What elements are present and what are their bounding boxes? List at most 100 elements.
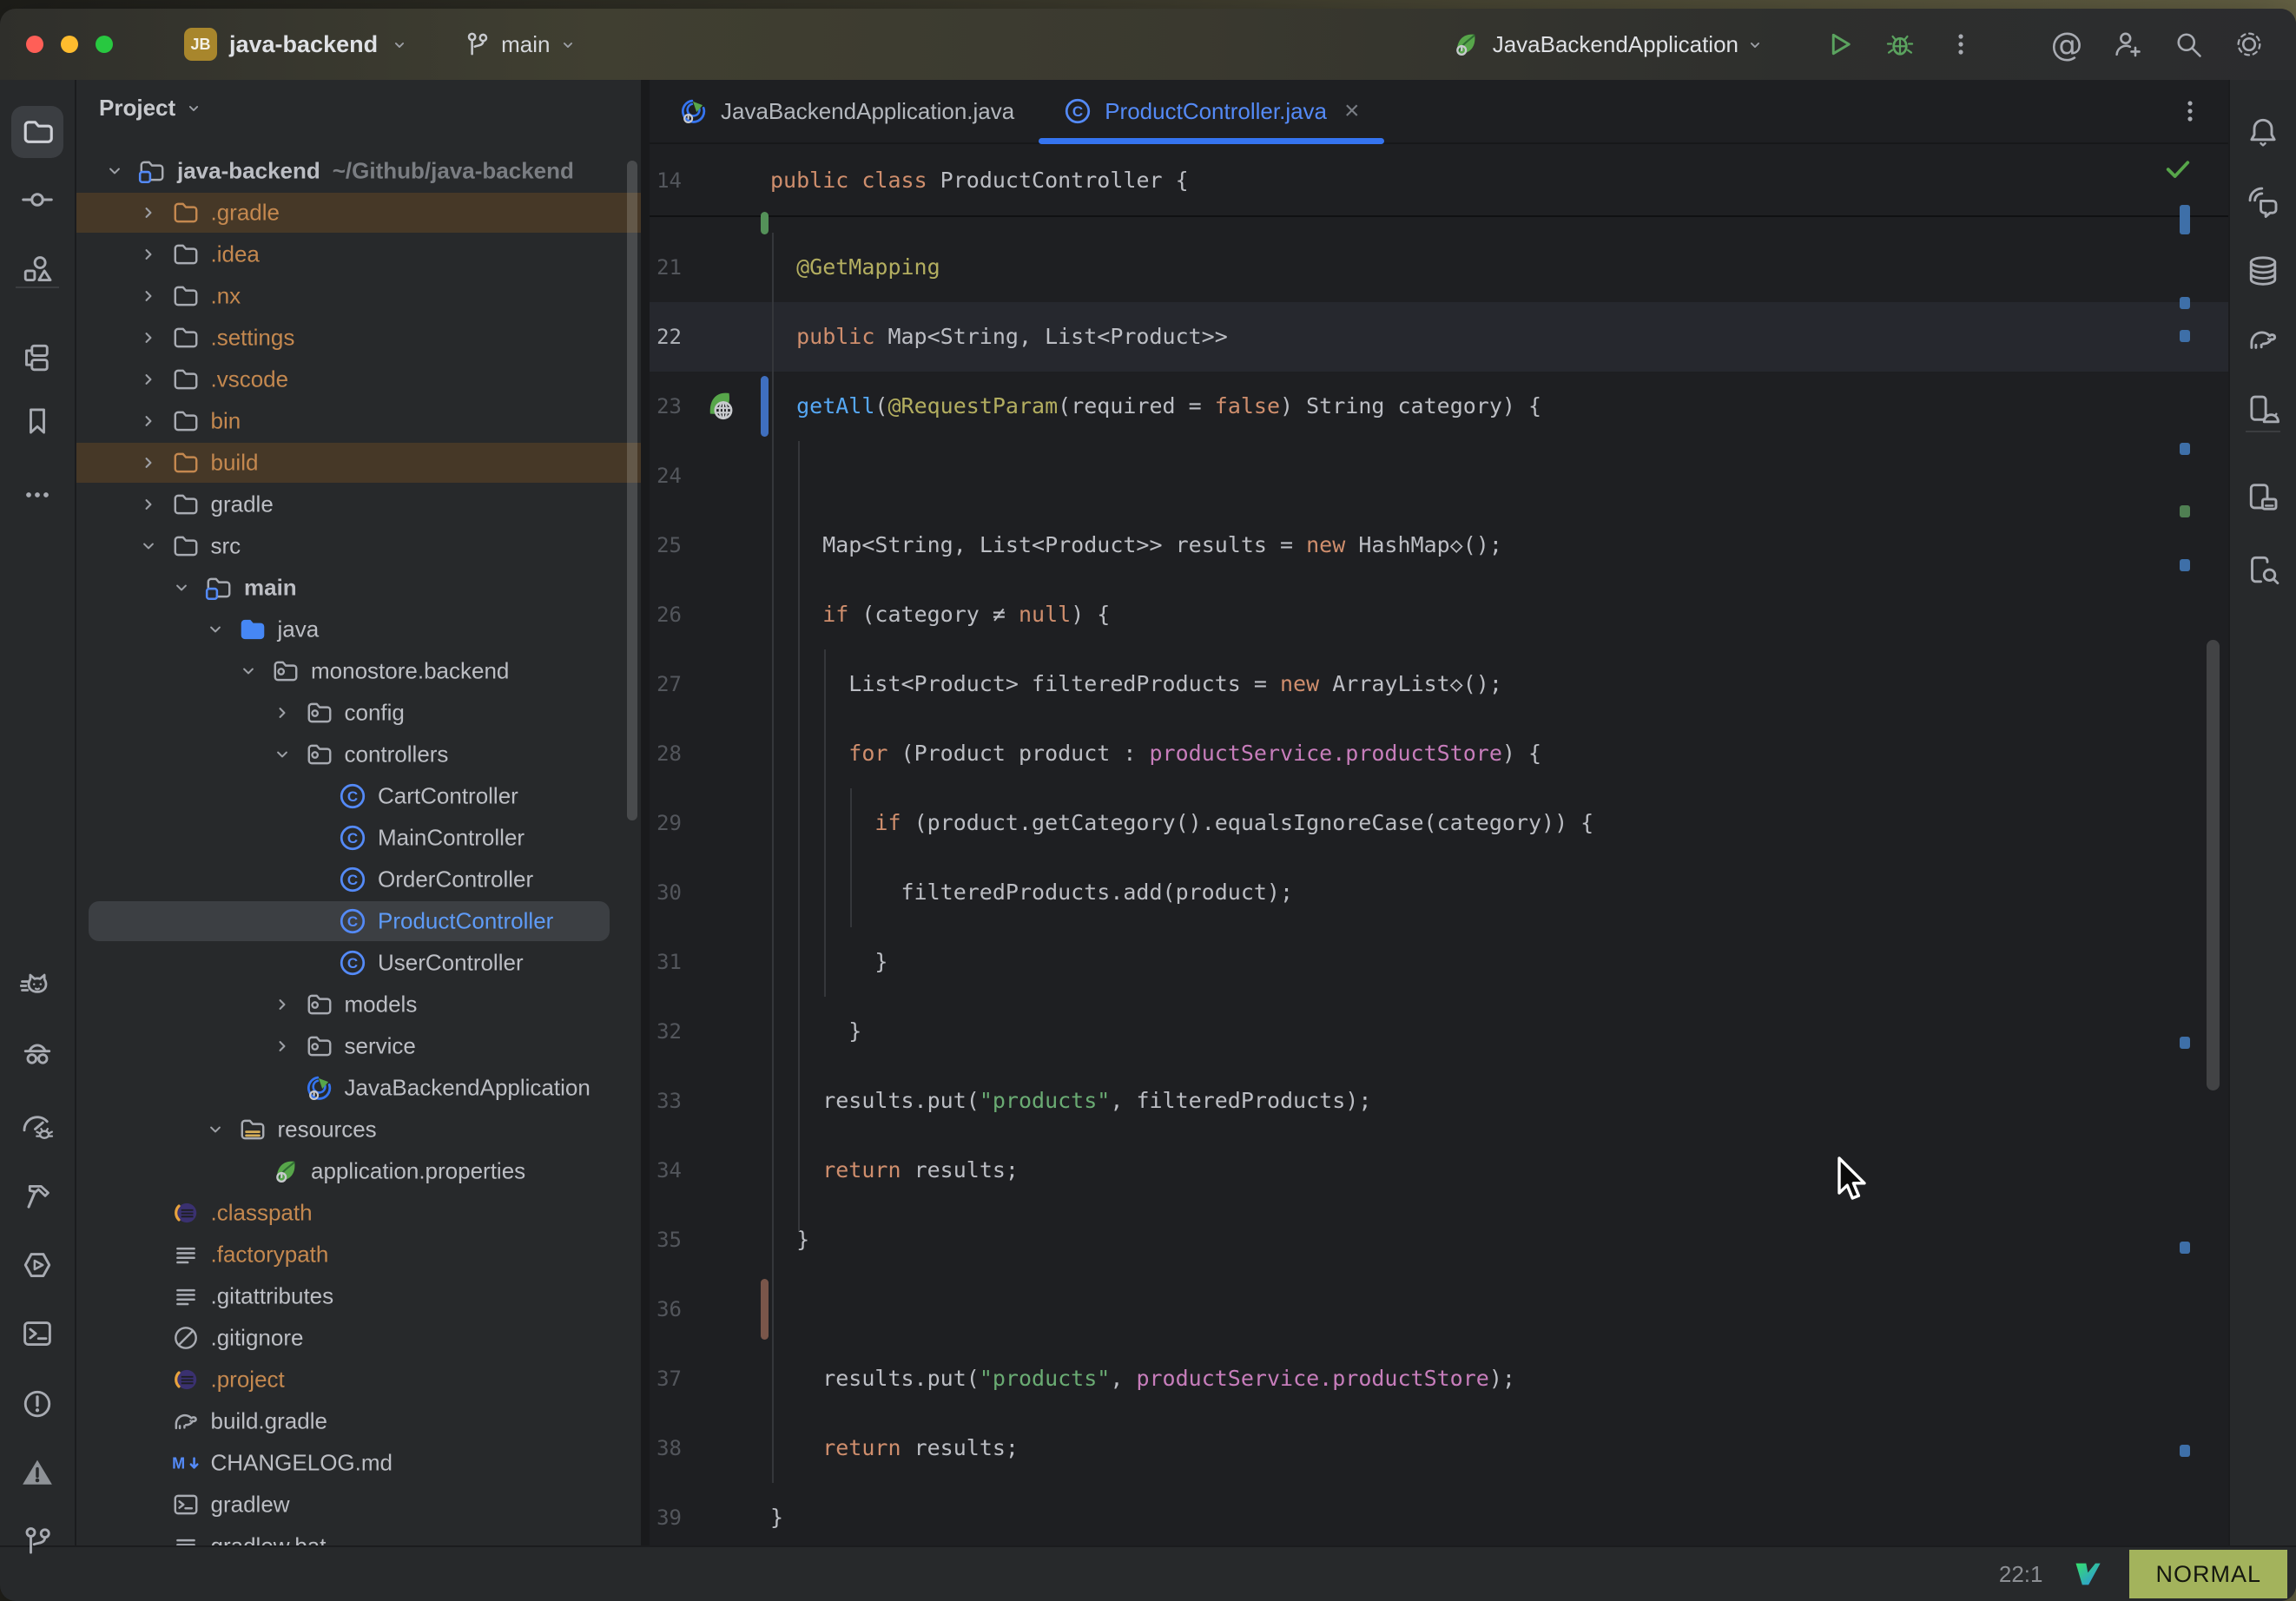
run-button[interactable] bbox=[1815, 20, 1864, 69]
chevron-down-icon[interactable] bbox=[204, 618, 227, 641]
tree-item-resources[interactable]: resources bbox=[76, 1109, 641, 1150]
tree-item-cartcontroller[interactable]: C CartController bbox=[76, 775, 641, 817]
incognito-button[interactable] bbox=[11, 1029, 63, 1081]
tree-item-controllers[interactable]: controllers bbox=[76, 734, 641, 775]
tree-item-bin[interactable]: bin bbox=[76, 400, 641, 442]
code-line-21[interactable]: 21 @GetMapping bbox=[650, 233, 2228, 302]
chevron-right-icon[interactable] bbox=[137, 243, 160, 266]
minimize-window-button[interactable] bbox=[61, 36, 78, 53]
tree-item--settings[interactable]: .settings bbox=[76, 317, 641, 359]
vim-plugin-icon[interactable] bbox=[2072, 1558, 2103, 1590]
tree-item-productcontroller[interactable]: C ProductController bbox=[76, 900, 641, 942]
code-line-14[interactable]: 14 public class ProductController { bbox=[650, 146, 2228, 215]
error-stripe-mark[interactable] bbox=[2180, 559, 2190, 571]
tree-item-monostore-backend[interactable]: monostore.backend bbox=[76, 650, 641, 692]
code-line-28[interactable]: 28 for (Product product : productService… bbox=[650, 719, 2228, 788]
chevron-right-icon[interactable] bbox=[137, 493, 160, 516]
chevron-down-icon[interactable] bbox=[271, 743, 294, 766]
tree-item-build[interactable]: build bbox=[76, 442, 641, 484]
search-everywhere-button[interactable] bbox=[2164, 20, 2213, 69]
tree-item--gradle[interactable]: .gradle bbox=[76, 192, 641, 234]
tree-item--factorypath[interactable]: .factorypath bbox=[76, 1234, 641, 1275]
warning-button[interactable] bbox=[11, 1446, 63, 1499]
code-line-23[interactable]: 23 getAll(@RequestParam(required = false… bbox=[650, 372, 2228, 441]
tree-item-service[interactable]: service bbox=[76, 1025, 641, 1067]
gradle-button[interactable] bbox=[2237, 313, 2289, 366]
code-line-24[interactable]: 24 bbox=[650, 441, 2228, 511]
chevron-right-icon[interactable] bbox=[271, 702, 294, 724]
chevron-right-icon[interactable] bbox=[137, 326, 160, 349]
code-line-22[interactable]: 22 public Map<String, List<Product>> bbox=[650, 302, 2228, 372]
tree-item-changelog-md[interactable]: M CHANGELOG.md bbox=[76, 1442, 641, 1484]
code-line-25[interactable]: 25 Map<String, List<Product>> results = … bbox=[650, 511, 2228, 580]
editor-scrollbar[interactable] bbox=[2207, 640, 2220, 1090]
code-line-33[interactable]: 33 results.put("products", filteredProdu… bbox=[650, 1066, 2228, 1136]
structure-boxes-button[interactable] bbox=[11, 332, 63, 384]
chevron-right-icon[interactable] bbox=[137, 451, 160, 474]
code-line-32[interactable]: 32 } bbox=[650, 997, 2228, 1066]
tree-item-main[interactable]: main bbox=[76, 567, 641, 609]
notifications-bell-button[interactable] bbox=[2237, 106, 2289, 158]
error-stripe-mark[interactable] bbox=[2180, 205, 2190, 234]
debug-button[interactable] bbox=[1876, 20, 1924, 69]
code-line-26[interactable]: 26 if (category ≠ null) { bbox=[650, 580, 2228, 649]
code-line-31[interactable]: 31 } bbox=[650, 927, 2228, 997]
chevron-down-icon[interactable] bbox=[137, 535, 160, 557]
chevron-down-icon[interactable] bbox=[170, 576, 193, 599]
tree-item--classpath[interactable]: .classpath bbox=[76, 1192, 641, 1234]
tree-item--gitattributes[interactable]: .gitattributes bbox=[76, 1275, 641, 1317]
error-stripe-mark[interactable] bbox=[2180, 443, 2190, 455]
tree-item-maincontroller[interactable]: C MainController bbox=[76, 817, 641, 859]
vcs-branch-widget[interactable]: main bbox=[463, 30, 576, 59]
code-line-36[interactable]: 36 bbox=[650, 1275, 2228, 1344]
editor-tab-0[interactable]: JavaBackendApplication.java bbox=[655, 80, 1039, 142]
device-mirror-button[interactable] bbox=[2237, 471, 2289, 524]
tree-item-ordercontroller[interactable]: C OrderController bbox=[76, 859, 641, 900]
editor-tab-1[interactable]: C ProductController.java × bbox=[1039, 80, 1383, 142]
spring-endpoint-icon[interactable] bbox=[702, 388, 738, 425]
tree-item--gitignore[interactable]: .gitignore bbox=[76, 1317, 641, 1359]
ai-assistant-button[interactable]: @ bbox=[2042, 20, 2091, 69]
run-configuration-widget[interactable]: JavaBackendApplication bbox=[1451, 30, 1763, 59]
chevron-right-icon[interactable] bbox=[137, 368, 160, 391]
tab-options-button[interactable] bbox=[2174, 96, 2206, 127]
tree-item-javabackendapplication[interactable]: JavaBackendApplication bbox=[76, 1067, 641, 1109]
gutter-change-marker[interactable] bbox=[761, 1279, 769, 1340]
chevron-down-icon[interactable] bbox=[204, 1118, 227, 1141]
code-line-29[interactable]: 29 if (product.getCategory().equalsIgnor… bbox=[650, 788, 2228, 858]
tree-item-gradlew-bat[interactable]: gradlew.bat bbox=[76, 1525, 641, 1545]
close-window-button[interactable] bbox=[26, 36, 43, 53]
tree-item--vscode[interactable]: .vscode bbox=[76, 359, 641, 400]
error-stripe-mark[interactable] bbox=[2180, 330, 2190, 342]
ai-chat-button[interactable] bbox=[2237, 175, 2289, 227]
chevron-right-icon[interactable] bbox=[137, 285, 160, 307]
more-tools-button[interactable] bbox=[11, 469, 63, 521]
code-line-34[interactable]: 34 return results; bbox=[650, 1136, 2228, 1205]
code-line-27[interactable]: 27 List<Product> filteredProducts = new … bbox=[650, 649, 2228, 719]
gutter-change-marker[interactable] bbox=[761, 376, 769, 437]
zoom-window-button[interactable] bbox=[96, 36, 113, 53]
chevron-right-icon[interactable] bbox=[271, 1035, 294, 1057]
error-stripe-mark[interactable] bbox=[2180, 505, 2190, 517]
tree-item-java[interactable]: java bbox=[76, 609, 641, 650]
code-line-39[interactable]: 39 } bbox=[650, 1483, 2228, 1545]
error-stripe-mark[interactable] bbox=[2180, 1242, 2190, 1254]
cat-plugin-button[interactable] bbox=[11, 962, 63, 1014]
commit-button[interactable] bbox=[11, 174, 63, 226]
project-folder-button[interactable] bbox=[11, 106, 63, 158]
error-stripe-mark[interactable] bbox=[2180, 297, 2190, 309]
chevron-right-icon[interactable] bbox=[137, 410, 160, 432]
more-actions-button[interactable] bbox=[1936, 20, 1985, 69]
tree-item-src[interactable]: src bbox=[76, 525, 641, 567]
project-widget[interactable]: JB java-backend bbox=[184, 28, 407, 61]
inspections-ok-icon[interactable] bbox=[2162, 153, 2194, 184]
tree-item-models[interactable]: models bbox=[76, 984, 641, 1025]
chevron-down-icon[interactable] bbox=[103, 160, 126, 182]
chevron-down-icon[interactable] bbox=[237, 660, 260, 682]
code-line-38[interactable]: 38 return results; bbox=[650, 1413, 2228, 1483]
chevron-right-icon[interactable] bbox=[137, 201, 160, 224]
code-line-37[interactable]: 37 results.put("products", productServic… bbox=[650, 1344, 2228, 1413]
tree-item-config[interactable]: config bbox=[76, 692, 641, 734]
error-stripe-mark[interactable] bbox=[2180, 1037, 2190, 1049]
terminal-button[interactable] bbox=[11, 1308, 63, 1360]
